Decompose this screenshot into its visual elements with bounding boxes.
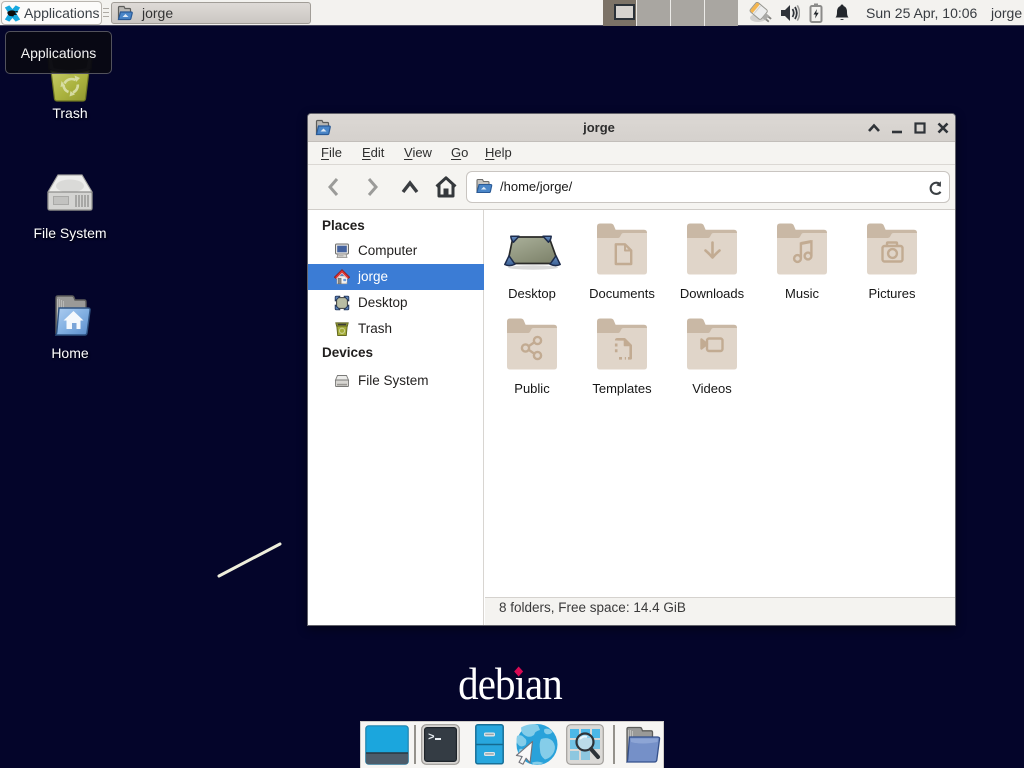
svg-text:>: > bbox=[428, 732, 435, 744]
